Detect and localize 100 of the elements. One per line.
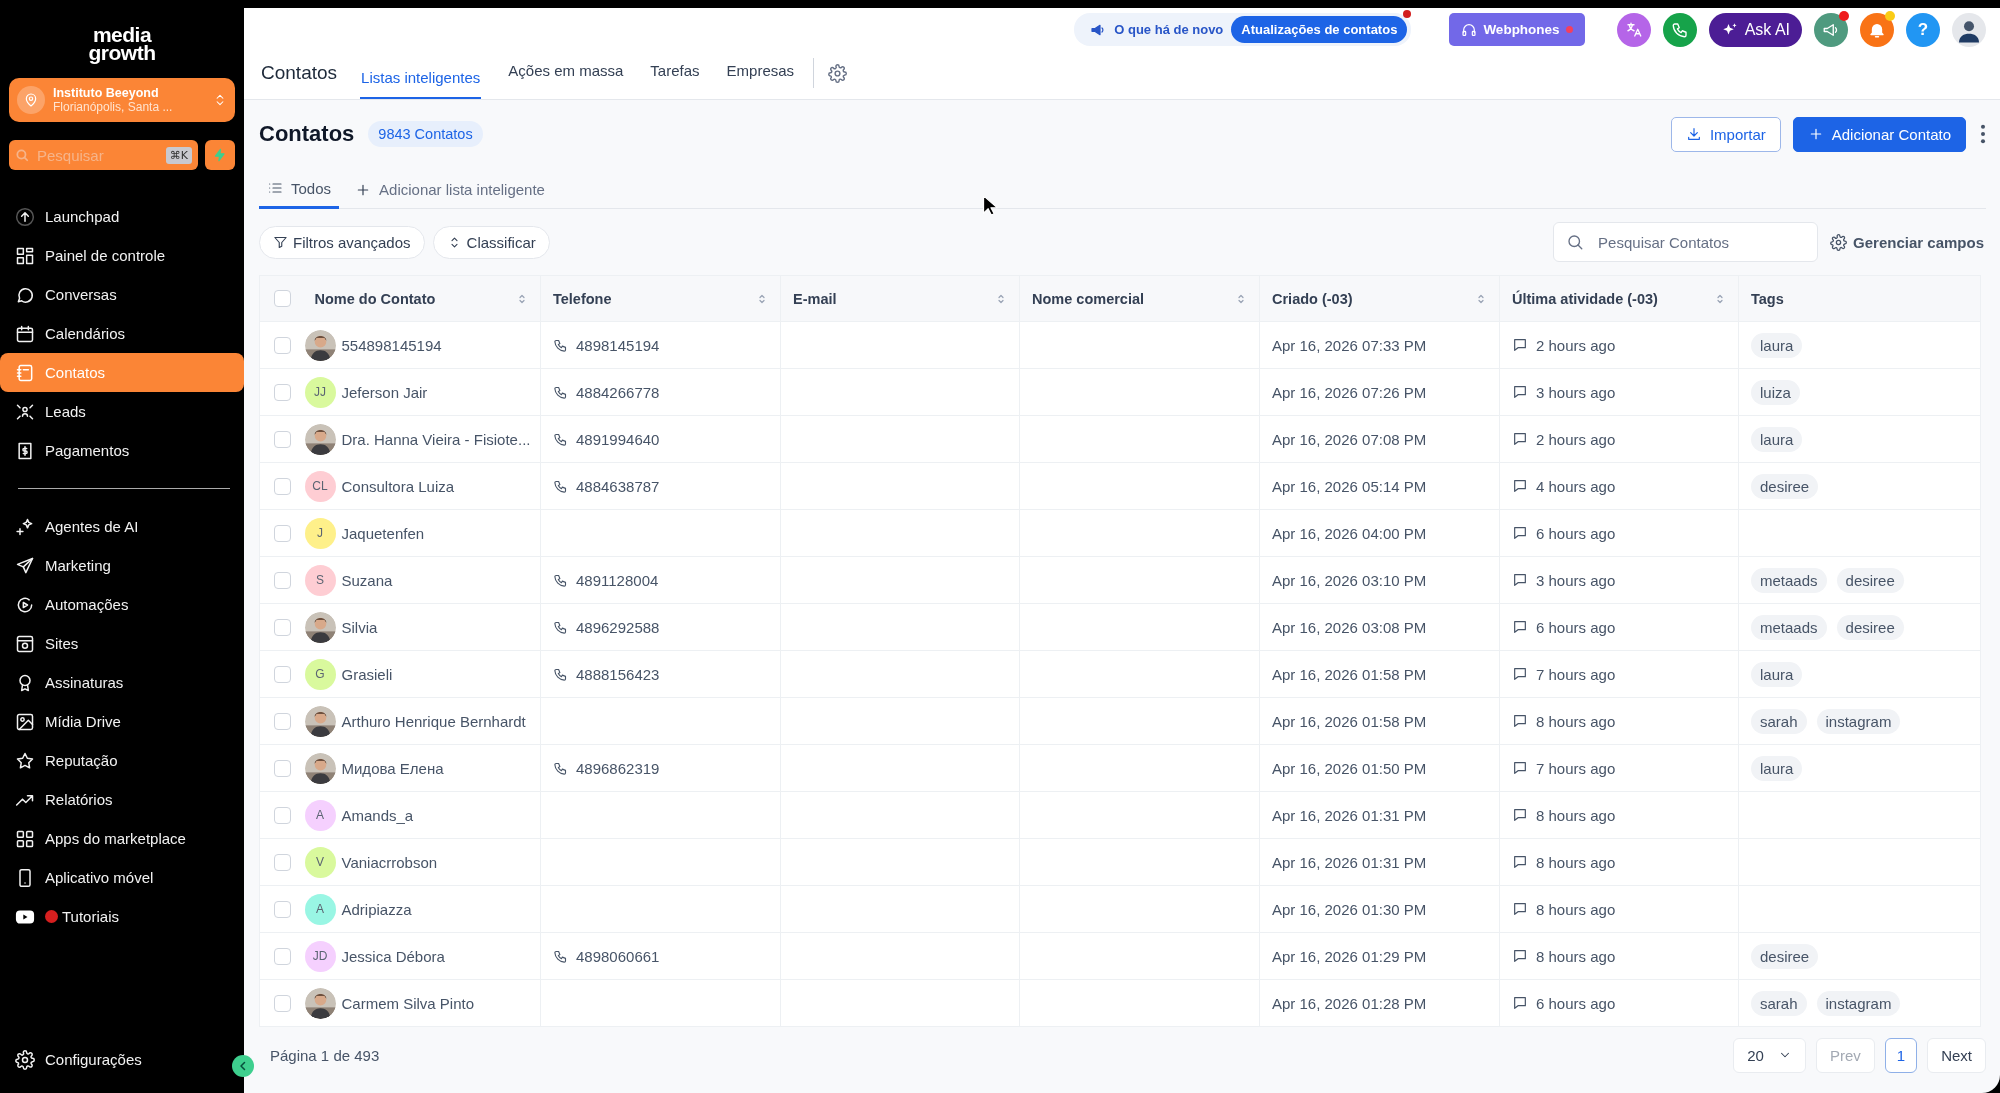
settings-icon[interactable] <box>828 63 848 83</box>
checkbox[interactable] <box>274 900 291 918</box>
ask-ai-button[interactable]: Ask AI <box>1708 12 1802 47</box>
avatar: J <box>304 517 336 549</box>
tag: instagram <box>1816 708 1901 734</box>
checkbox[interactable] <box>274 618 291 636</box>
sidebar-item[interactable]: Assinaturas <box>0 663 244 702</box>
sidebar-item[interactable]: Leads <box>0 392 244 431</box>
search-input[interactable]: Pesquisar <box>35 145 160 165</box>
column-header[interactable]: Nome do Contato <box>302 275 541 322</box>
avatar: V <box>304 846 336 878</box>
avatar: CL <box>304 470 336 502</box>
avatar: G <box>304 658 336 690</box>
contact-name[interactable]: Carmem Silva Pinto <box>341 994 475 1012</box>
checkbox[interactable] <box>274 477 291 495</box>
search-field[interactable]: Pesquisar ⌘K <box>9 140 198 170</box>
checkbox[interactable] <box>274 806 291 824</box>
announcements-button[interactable] <box>1814 12 1848 47</box>
tab[interactable]: Empresas <box>726 57 795 99</box>
contact-name[interactable]: Suzana <box>341 571 393 589</box>
phone-number: 4896292588 <box>576 618 660 636</box>
contact-name[interactable]: Arthuro Henrique Bernhardt <box>341 712 526 730</box>
sidebar-item[interactable]: Launchpad <box>0 197 244 236</box>
contact-name[interactable]: Amands_a <box>341 806 414 824</box>
tab[interactable]: Ações em massa <box>508 57 624 99</box>
column-header[interactable]: Telefone <box>540 275 781 322</box>
sort-button[interactable]: Classificar <box>432 225 550 259</box>
contact-name[interactable]: Grasieli <box>341 665 393 683</box>
sidebar-item[interactable]: Apps do marketplace <box>0 819 244 858</box>
import-button[interactable]: Importar <box>1670 116 1781 152</box>
sidebar-item[interactable]: Aplicativo móvel <box>0 858 244 897</box>
translate-button[interactable] <box>1616 12 1651 47</box>
contact-name[interactable]: Dra. Hanna Vieira - Fisiote... <box>341 430 531 448</box>
column-header[interactable]: Última atividade (-03) <box>1499 275 1739 322</box>
checkbox[interactable] <box>274 994 291 1012</box>
contact-name[interactable]: Jeferson Jair <box>341 383 428 401</box>
column-header[interactable]: Criado (-03) <box>1259 275 1500 322</box>
sidebar-item[interactable]: Automações <box>0 585 244 624</box>
sidebar-item[interactable]: Marketing <box>0 546 244 585</box>
contact-name[interactable]: Мидова Елена <box>341 759 444 777</box>
checkbox[interactable] <box>274 571 291 589</box>
manage-fields-button[interactable]: Gerenciar campos <box>1828 233 1986 251</box>
notifications-button[interactable] <box>1860 12 1894 47</box>
more-options-icon[interactable] <box>1980 123 1986 145</box>
contact-name[interactable]: Vaniacrrobson <box>341 853 438 871</box>
profile-avatar[interactable] <box>1952 12 1986 47</box>
sidebar-item[interactable]: Sites <box>0 624 244 663</box>
checkbox[interactable] <box>274 524 291 542</box>
checkbox[interactable] <box>274 712 291 730</box>
contact-name[interactable]: Jaquetenfen <box>341 524 425 542</box>
page-size-select[interactable]: 20 <box>1733 1037 1806 1073</box>
next-button[interactable]: Next <box>1927 1037 1986 1073</box>
add-list-button[interactable]: Adicionar lista inteligente <box>349 180 551 199</box>
tab[interactable]: Listas inteligentes <box>360 57 482 99</box>
contact-name[interactable]: Adripiazza <box>341 900 412 918</box>
grid-icon <box>15 245 35 266</box>
sidebar-item[interactable]: Reputação <box>0 741 244 780</box>
quick-action-button[interactable] <box>205 140 235 170</box>
add-contact-button[interactable]: Adicionar Contato <box>1792 116 1966 152</box>
sidebar-item[interactable]: Configurações <box>0 1040 228 1079</box>
checkbox[interactable] <box>274 430 291 448</box>
checkbox[interactable] <box>274 383 291 401</box>
sidebar-item[interactable]: Pagamentos <box>0 431 244 470</box>
tag: metaads <box>1751 614 1827 640</box>
announcement-bar[interactable]: O que há de novo Atualizações de contatos <box>1074 13 1412 47</box>
search-field[interactable]: Pesquisar Contatos <box>1553 222 1819 262</box>
contact-name[interactable]: Silvia <box>341 618 378 636</box>
sidebar-item[interactable]: Tutoriais <box>0 897 244 936</box>
column-header[interactable]: E-mail <box>780 275 1020 322</box>
browser-window-icon <box>15 633 35 654</box>
sort-icon <box>756 292 768 305</box>
checkbox[interactable] <box>274 947 291 965</box>
account-location: Florianópolis, Santa ... <box>53 100 174 114</box>
sidebar-item[interactable]: Relatórios <box>0 780 244 819</box>
webphones-button[interactable]: Webphones <box>1449 13 1585 47</box>
sidebar-item[interactable]: Calendários <box>0 314 244 353</box>
checkbox[interactable] <box>274 290 291 307</box>
contact-name[interactable]: Consultora Luiza <box>341 477 455 495</box>
checkbox[interactable] <box>274 853 291 871</box>
last-activity: 6 hours ago <box>1536 524 1616 542</box>
checkbox[interactable] <box>274 665 291 683</box>
checkbox[interactable] <box>274 336 291 354</box>
contact-name[interactable]: Jessica Débora <box>341 947 445 965</box>
tab[interactable]: Tarefas <box>650 57 700 99</box>
sidebar-item[interactable]: Agentes de AI <box>0 507 244 546</box>
filter-button[interactable]: Filtros avançados <box>259 225 425 259</box>
updates-pill[interactable]: Atualizações de contatos <box>1231 16 1408 44</box>
sidebar-item[interactable]: Mídia Drive <box>0 702 244 741</box>
collapse-button[interactable] <box>232 1055 254 1077</box>
list-tab[interactable]: Todos <box>259 170 340 209</box>
sidebar-item[interactable]: Conversas <box>0 275 244 314</box>
page-button[interactable]: 1 <box>1884 1037 1918 1073</box>
phone-button[interactable] <box>1662 12 1697 47</box>
column-header[interactable]: Nome comercial <box>1019 275 1260 322</box>
sidebar-item[interactable]: Painel de controle <box>0 236 244 275</box>
column-header[interactable]: Tags <box>1738 275 1981 322</box>
checkbox[interactable] <box>274 759 291 777</box>
search-input[interactable]: Pesquisar Contatos <box>1596 232 1806 252</box>
contact-name[interactable]: 554898145194 <box>341 336 442 354</box>
sort-icon <box>1235 292 1247 305</box>
